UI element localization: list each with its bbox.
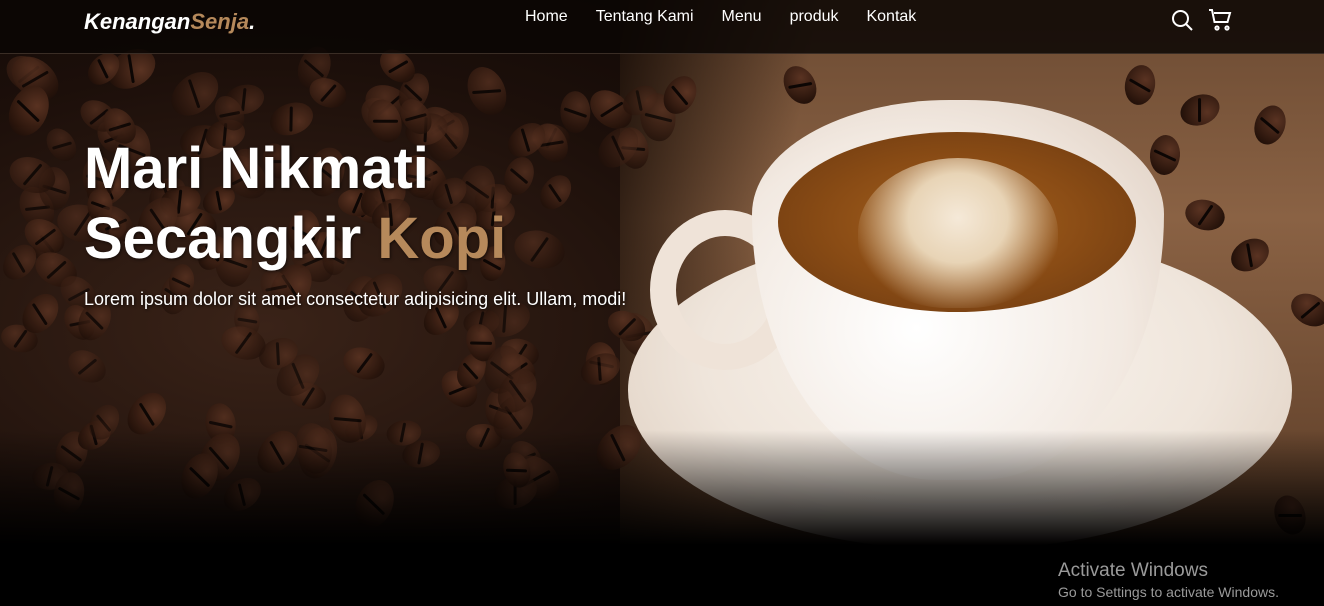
hero-bottom-fade <box>0 430 1324 545</box>
watermark-title: Activate Windows <box>1058 560 1208 581</box>
headline-line2-main: Secangkir <box>84 206 378 271</box>
logo-dot: . <box>249 9 256 34</box>
logo-main: Kenangan <box>84 9 191 34</box>
headline-line1: Mari Nikmati <box>84 136 429 201</box>
coffee-bean <box>339 342 389 384</box>
nav-link-kontak[interactable]: Kontak <box>866 8 916 26</box>
nav-links: Home Tentang Kami Menu produk Kontak <box>525 8 916 26</box>
watermark-subtitle: Go to Settings to activate Windows. <box>1058 584 1279 600</box>
coffee-bean <box>534 169 578 215</box>
cart-icon[interactable] <box>1208 8 1232 32</box>
hero-headline: Mari Nikmati Secangkir Kopi <box>84 134 506 274</box>
coffee-bean <box>559 90 591 134</box>
coffee-bean <box>460 60 514 121</box>
headline-accent: Kopi <box>377 206 507 271</box>
nav-link-home[interactable]: Home <box>525 8 568 26</box>
coffee-bean <box>509 225 569 275</box>
hero-description: Lorem ipsum dolor sit amet consectetur a… <box>84 289 627 309</box>
nav-link-tentang-kami[interactable]: Tentang Kami <box>596 8 694 26</box>
latte-art-image <box>858 158 1058 308</box>
coffee-bean <box>40 122 83 167</box>
brand-logo[interactable]: KenanganSenja. <box>84 9 255 35</box>
nav-link-produk[interactable]: produk <box>790 8 839 26</box>
coffee-bean <box>575 346 625 391</box>
search-icon[interactable] <box>1170 8 1194 32</box>
windows-activation-watermark: Activate Windows Go to Settings to activ… <box>1058 560 1279 600</box>
navbar: KenanganSenja. Home Tentang Kami Menu pr… <box>0 0 1324 54</box>
logo-accent: Senja <box>190 9 250 34</box>
nav-icons <box>1170 8 1232 32</box>
coffee-bean <box>62 344 112 390</box>
nav-link-menu[interactable]: Menu <box>722 8 762 26</box>
